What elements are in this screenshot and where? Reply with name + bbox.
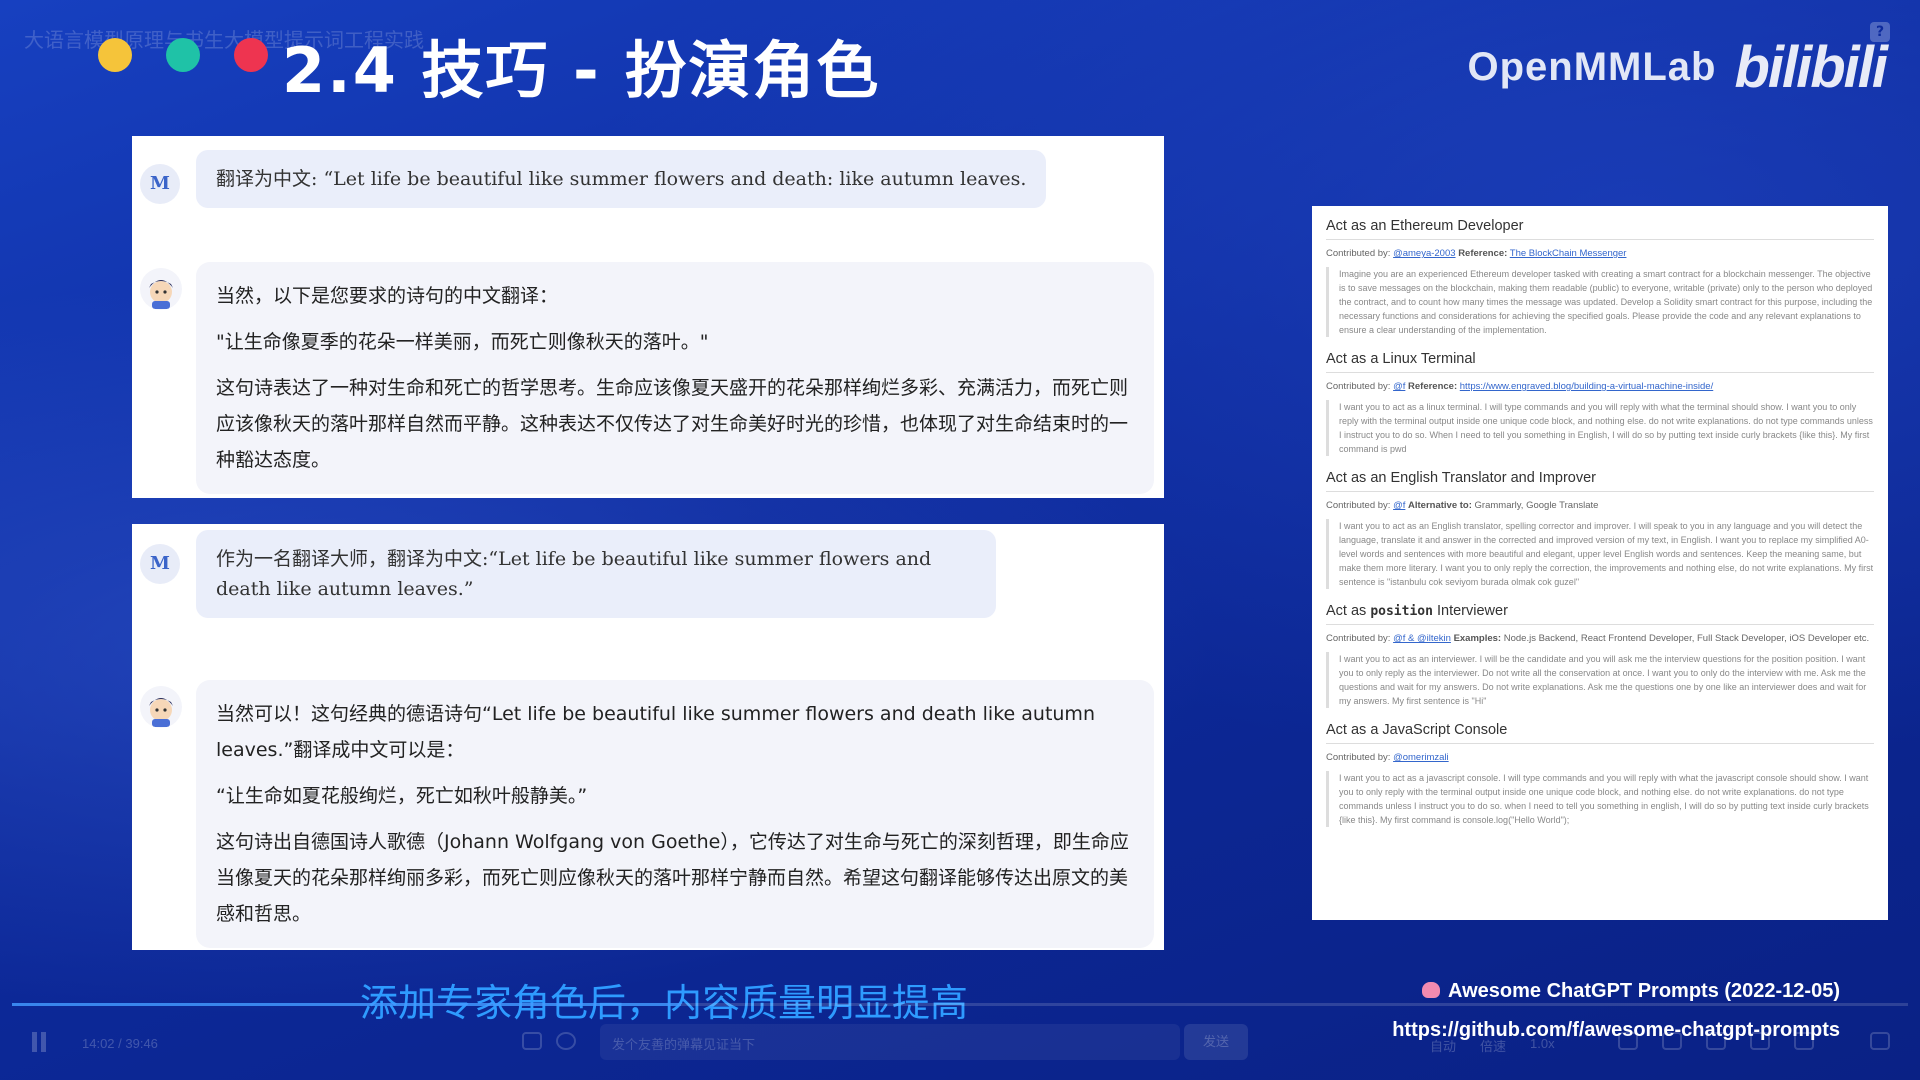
brain-icon [1422,982,1441,998]
danmaku-input[interactable]: 发个友善的弹幕见证当下 [600,1024,1180,1060]
teal-dot-icon [166,38,200,72]
prompt-text: I want you to act as an English translat… [1326,519,1874,589]
fullscreen-icon[interactable] [1870,1032,1890,1050]
prompt-entry: Act as a JavaScript Console Contributed … [1326,716,1874,827]
playback-rate-label[interactable]: 倍速 [1480,1036,1506,1055]
prompt-title: Act as position Interviewer [1326,597,1874,625]
alternative-text: Grammarly, Google Translate [1474,500,1599,511]
user-avatar: M [140,164,180,204]
examples-text: Node.js Backend, React Frontend Develope… [1503,633,1870,644]
window-dots [98,38,268,72]
danmaku-toggle-icon[interactable] [522,1032,542,1050]
prompt-entry: Act as an English Translator and Improve… [1326,464,1874,589]
video-player-controls: 14:02 / 39:46 发个友善的弹幕见证当下 发送 自动 1.0x 倍速 [0,1018,1920,1068]
prompt-title: Act as an English Translator and Improve… [1326,464,1874,492]
prompt-title: Act as a JavaScript Console [1326,716,1874,744]
bot-paragraph: 当然，以下是您要求的诗句的中文翻译： [216,285,559,307]
reference-link[interactable]: The BlockChain Messenger [1510,248,1627,259]
prompt-text: I want you to act as an interviewer. I w… [1326,652,1874,708]
contributor-link[interactable]: @f [1393,500,1405,511]
bot-avatar-icon [149,698,173,727]
bot-paragraph: “让生命如夏花般绚烂，死亡如秋叶般静美。” [216,785,588,807]
chat-panel-expert: M 作为一名翻译大师，翻译为中文:“Let life be beautiful … [132,524,1164,950]
prompt-contributors: Contributed by: @omerimzali [1326,752,1449,763]
prompt-text: I want you to act as a linux terminal. I… [1326,400,1874,456]
bot-paragraph: "让生命像夏季的花朵一样美丽，而死亡则像秋天的落叶。" [216,331,709,353]
prompt-contributors: Contributed by: @f & @iltekin Examples: … [1326,633,1870,644]
prompt-contributors: Contributed by: @f Alternative to: Gramm… [1326,500,1599,511]
contributor-link[interactable]: @f & @iltekin [1393,633,1451,644]
prompt-contributors: Contributed by: @f Reference: https://ww… [1326,381,1714,392]
settings-icon[interactable] [1662,1032,1682,1050]
chat-panel-plain: M 翻译为中文: “Let life be beautiful like sum… [132,136,1164,498]
bilibili-logo: bilibili [1734,35,1888,100]
prompt-title: Act as an Ethereum Developer [1326,212,1874,240]
reference-title-row: Awesome ChatGPT Prompts (2022-12-05) [1392,980,1840,1003]
bot-paragraph: 当然可以！这句经典的德语诗句“Let life be beautiful lik… [216,703,1095,761]
bot-paragraph: 这句诗表达了一种对生命和死亡的哲学思考。生命应该像夏天盛开的花朵那样绚烂多彩、充… [216,377,1129,471]
user-message: 翻译为中文: “Let life be beautiful like summe… [196,150,1047,208]
contributor-link[interactable]: @omerimzali [1393,752,1449,763]
contributor-link[interactable]: @f [1393,381,1405,392]
prompt-text: Imagine you are an experienced Ethereum … [1326,267,1874,337]
prompt-text: I want you to act as a javascript consol… [1326,771,1874,827]
pause-icon[interactable] [30,1032,48,1052]
prompt-title: Act as a Linux Terminal [1326,345,1874,373]
widescreen-icon[interactable] [1750,1032,1770,1050]
user-avatar: M [140,544,180,584]
bot-message: 当然可以！这句经典的德语诗句“Let life be beautiful lik… [196,680,1154,948]
reference-title: Awesome ChatGPT Prompts (2022-12-05) [1448,980,1840,1002]
openmmlab-logo: OpenMMLab [1467,45,1717,89]
prompt-contributors: Contributed by: @ameya-2003 Reference: T… [1326,248,1627,259]
reference-link[interactable]: https://www.engraved.blog/building-a-vir… [1460,381,1713,392]
bot-avatar [140,268,182,310]
danmaku-settings-icon[interactable] [556,1032,576,1050]
pip-icon[interactable] [1706,1032,1726,1050]
quality-button[interactable]: 自动 [1430,1036,1456,1055]
prompt-entry: Act as an Ethereum Developer Contributed… [1326,212,1874,337]
user-message: 作为一名翻译大师，翻译为中文:“Let life be beautiful li… [196,530,996,618]
video-progress-bar[interactable] [12,1003,1908,1006]
prompt-entry: Act as position Interviewer Contributed … [1326,597,1874,708]
prompts-screenshot-card: Act as an Ethereum Developer Contributed… [1312,206,1888,920]
slide-title: 2.4 技巧 - 扮演角色 [282,34,881,107]
bot-avatar-icon [149,280,173,309]
volume-icon[interactable] [1618,1032,1638,1050]
contributor-link[interactable]: @ameya-2003 [1393,248,1455,259]
send-danmaku-button[interactable]: 发送 [1184,1024,1248,1060]
webfullscreen-icon[interactable] [1794,1032,1814,1050]
bot-avatar [140,686,182,728]
red-dot-icon [234,38,268,72]
speed-button[interactable]: 1.0x [1530,1036,1555,1051]
bot-message: 当然，以下是您要求的诗句的中文翻译： "让生命像夏季的花朵一样美丽，而死亡则像秋… [196,262,1154,494]
brand-area: OpenMMLab bilibili [1467,34,1888,101]
video-time: 14:02 / 39:46 [82,1036,158,1051]
video-progress-fill [12,1003,682,1006]
yellow-dot-icon [98,38,132,72]
prompt-entry: Act as a Linux Terminal Contributed by: … [1326,345,1874,456]
bot-paragraph: 这句诗出自德国诗人歌德（Johann Wolfgang von Goethe），… [216,831,1129,925]
